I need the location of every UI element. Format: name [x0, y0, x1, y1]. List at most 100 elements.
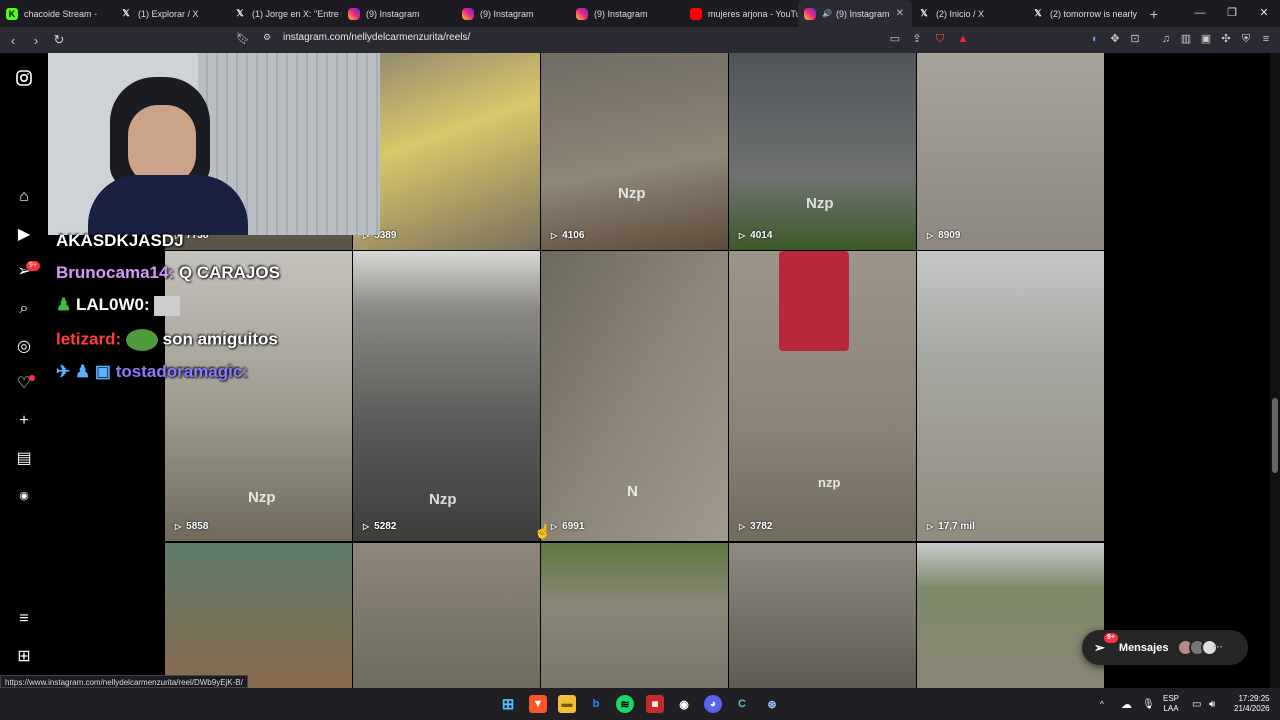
discord-icon[interactable]: ◕: [704, 695, 722, 713]
tab-instagram-active[interactable]: 🔊 (9) Instagram ✕: [798, 0, 912, 27]
wallet-icon[interactable]: ▣: [1200, 33, 1212, 45]
microphone-icon[interactable]: 🎙︎: [1142, 688, 1155, 720]
back-button[interactable]: ‹: [3, 33, 23, 48]
reel-tile[interactable]: [917, 543, 1104, 688]
messages-button[interactable]: ➢ 9+ Mensajes ···: [1082, 630, 1248, 665]
windows-start-icon[interactable]: ⊞: [499, 695, 517, 713]
watermark-text: Nzp: [248, 489, 276, 506]
reel-tile[interactable]: [729, 543, 916, 688]
close-tab-icon[interactable]: ✕: [896, 8, 904, 19]
clock[interactable]: 17:29:25 21/4/2026: [1234, 688, 1270, 720]
tab-instagram-3[interactable]: (9) Instagram: [570, 0, 684, 27]
instagram-page: ⌂ ▶ ➢ 9+ ⌕ ◎ ♡ + ▤ ◉ ≡ ⊞ ▷ 7738 ▷ 5389 Nzp…: [0, 53, 1280, 688]
bing-icon[interactable]: b: [587, 695, 605, 713]
reel-tile[interactable]: [353, 543, 540, 688]
reel-tile[interactable]: Nzp ▷ 5282: [353, 251, 540, 541]
play-icon: ▷: [551, 522, 558, 531]
reel-tile[interactable]: nzp ▷ 3782: [729, 251, 916, 541]
tab-title: (9) Instagram: [835, 8, 890, 19]
reel-tile[interactable]: ▷ 5389: [353, 53, 540, 250]
reel-tile[interactable]: [541, 543, 728, 688]
play-icon: ▷: [927, 231, 934, 240]
tab-x-jorge[interactable]: 𝕏 (1) Jorge en X: "Entre n: [228, 0, 342, 27]
tab-instagram-2[interactable]: (9) Instagram: [456, 0, 570, 27]
more-dots-icon: ···: [1213, 642, 1223, 653]
tray-chevron-icon[interactable]: ^: [1100, 688, 1104, 720]
instagram-icon: [462, 7, 474, 20]
vpn-icon[interactable]: ✣: [1220, 33, 1232, 45]
maximize-button[interactable]: ❐: [1216, 0, 1248, 27]
sidebar-toggle-icon[interactable]: ▥: [1180, 33, 1192, 45]
explore-icon[interactable]: ◎: [14, 336, 34, 356]
instagram-logo-icon[interactable]: [14, 68, 34, 88]
windows-taskbar: ⊞ ▼ ▬ b ≋ ▦ ◉ ◕ C ⊛ ^ ☁ 🎙︎ ESP LAA ▭ 🔊︎ 1…: [0, 688, 1280, 720]
reel-tile[interactable]: Nzp ▷ 5858: [165, 251, 352, 541]
close-window-button[interactable]: ✕: [1248, 0, 1280, 27]
shield-icon[interactable]: ⛨: [1240, 33, 1252, 45]
menu-icon[interactable]: ≡: [1260, 33, 1272, 45]
also-from-meta-icon[interactable]: ⊞: [14, 646, 34, 666]
minimize-button[interactable]: —: [1184, 0, 1216, 27]
bookmark-icon[interactable]: 🔖︎: [236, 32, 250, 45]
tab-x-home[interactable]: 𝕏 (2) Inicio / X: [912, 0, 1026, 27]
reels-icon[interactable]: ▶: [14, 224, 34, 244]
screen-icon[interactable]: ▭: [889, 33, 901, 45]
audio-icon[interactable]: ◖: [1088, 33, 1100, 45]
chat-message: Brunocama14: Q CARAJOS: [56, 263, 280, 282]
tab-x-explore[interactable]: 𝕏 (1) Explorar / X: [114, 0, 228, 27]
x-icon: 𝕏: [1034, 8, 1042, 18]
tab-x-tomorrow[interactable]: 𝕏 (2) tomorrow is nearly: [1026, 0, 1140, 27]
new-tab-button[interactable]: +: [1144, 6, 1164, 22]
address-bar[interactable]: instagram.com/nellydelcarmenzurita/reels…: [283, 32, 470, 43]
reel-tile[interactable]: ▷ 8909: [917, 53, 1104, 250]
reel-tile[interactable]: [165, 543, 352, 688]
forward-button[interactable]: ›: [26, 33, 46, 48]
play-icon: ▷: [175, 522, 182, 531]
extensions-icon[interactable]: ✥: [1109, 33, 1121, 45]
tab-kick-stream[interactable]: Kchacoide Stream -: [0, 0, 114, 27]
reel-tile[interactable]: Nzp ▷ 4106: [541, 53, 728, 250]
reel-tile[interactable]: ▷ 17,7 mil: [917, 251, 1104, 541]
page-scrollbar[interactable]: [1270, 53, 1280, 688]
window-controls: — ❐ ✕: [1184, 0, 1280, 27]
volume-icon[interactable]: 🔊︎: [1209, 688, 1215, 720]
reload-button[interactable]: ↻: [49, 32, 69, 48]
brave-shield-icon[interactable]: ⛉: [934, 33, 946, 45]
x-icon: 𝕏: [236, 8, 244, 18]
instagram-icon: [348, 7, 360, 20]
app-icon[interactable]: ▦: [646, 695, 664, 713]
site-info-icon[interactable]: ⚙: [263, 32, 271, 43]
dashboard-icon[interactable]: ▤: [14, 448, 34, 468]
file-explorer-icon[interactable]: ▬: [558, 695, 576, 713]
reel-tile[interactable]: N ▷ 6991: [541, 251, 728, 541]
speaker-icon[interactable]: 🔊: [822, 9, 832, 18]
create-icon[interactable]: +: [14, 411, 34, 431]
scrollbar-thumb[interactable]: [1272, 398, 1278, 473]
profile-avatar-icon[interactable]: ◉: [14, 485, 34, 505]
more-menu-icon[interactable]: ≡: [14, 609, 34, 629]
kick-icon: K: [6, 7, 18, 20]
view-count: ▷ 17,7 mil: [927, 521, 975, 532]
obs-icon[interactable]: ◉: [675, 695, 693, 713]
home-icon[interactable]: ⌂: [14, 187, 34, 207]
instagram-icon: [804, 7, 816, 20]
tab-title: chacoide Stream -: [24, 8, 98, 19]
music-icon[interactable]: ♫: [1160, 33, 1172, 45]
steam-icon[interactable]: ⊛: [763, 695, 781, 713]
share-icon[interactable]: ⇪: [911, 33, 923, 45]
tab-title: (1) Jorge en X: "Entre n: [252, 8, 342, 19]
tab-title: (9) Instagram: [480, 8, 534, 19]
brave-browser-icon[interactable]: ▼: [529, 695, 547, 713]
tab-instagram-1[interactable]: (9) Instagram: [342, 0, 456, 27]
brave-rewards-icon[interactable]: ▲: [957, 33, 969, 45]
tab-title: (9) Instagram: [366, 8, 420, 19]
spotify-icon[interactable]: ≋: [616, 695, 634, 713]
search-icon[interactable]: ⌕: [14, 299, 34, 319]
network-icon[interactable]: ☁: [1121, 688, 1132, 720]
display-icon[interactable]: ▭: [1192, 688, 1201, 720]
screenshot-icon[interactable]: ⊡: [1129, 33, 1141, 45]
reel-tile[interactable]: Nzp ▷ 4014: [729, 53, 916, 250]
tab-youtube[interactable]: mujeres arjona - YouTu: [684, 0, 798, 27]
app-icon[interactable]: C: [733, 695, 751, 713]
input-language[interactable]: ESP LAA: [1163, 688, 1179, 720]
